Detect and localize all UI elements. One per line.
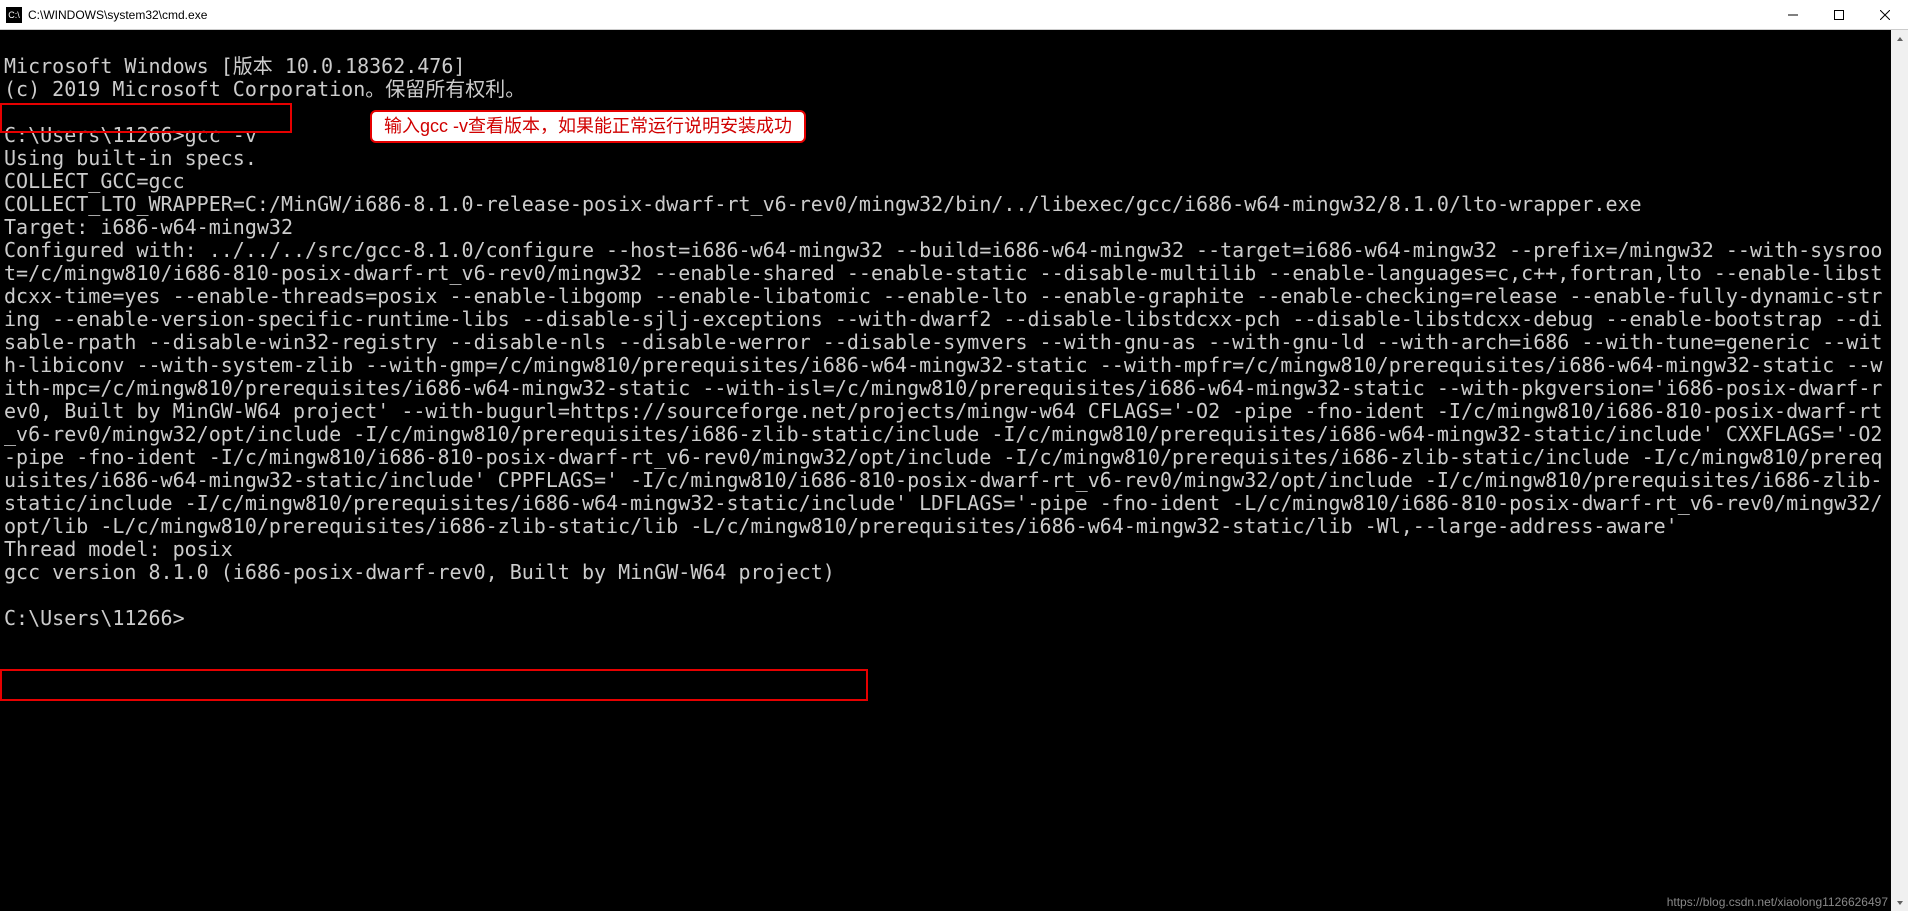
terminal-line: (c) 2019 Microsoft Corporation。保留所有权利。 [4, 77, 525, 101]
window-controls [1770, 0, 1908, 29]
minimize-button[interactable] [1770, 0, 1816, 29]
terminal-line: Target: i686-w64-mingw32 [4, 215, 293, 239]
close-button[interactable] [1862, 0, 1908, 29]
terminal-line: Using built-in specs. [4, 146, 257, 170]
vertical-scrollbar[interactable] [1891, 30, 1908, 911]
watermark-text: https://blog.csdn.net/xiaolong1126626497 [1667, 895, 1888, 909]
scrollbar-up-arrow[interactable] [1891, 30, 1908, 47]
window-title: C:\WINDOWS\system32\cmd.exe [28, 8, 207, 22]
terminal-output[interactable]: Microsoft Windows [版本 10.0.18362.476] (c… [0, 30, 1891, 911]
scrollbar-down-arrow[interactable] [1891, 894, 1908, 911]
cmd-icon: C:\ [6, 7, 22, 23]
terminal-line: Microsoft Windows [版本 10.0.18362.476] [4, 54, 465, 78]
maximize-button[interactable] [1816, 0, 1862, 29]
terminal-prompt: C:\Users\11266> [4, 606, 185, 630]
terminal-line: Thread model: posix [4, 537, 233, 561]
window-titlebar: C:\ C:\WINDOWS\system32\cmd.exe [0, 0, 1908, 30]
annotation-callout: 输入gcc -v查看版本，如果能正常运行说明安装成功 [370, 110, 806, 143]
terminal-version-line: gcc version 8.1.0 (i686-posix-dwarf-rev0… [4, 560, 835, 584]
terminal-prompt-command: C:\Users\11266>gcc -v [4, 123, 257, 147]
terminal-line: COLLECT_GCC=gcc [4, 169, 185, 193]
highlight-version-box [0, 669, 868, 701]
terminal-line: COLLECT_LTO_WRAPPER=C:/MinGW/i686-8.1.0-… [4, 192, 1642, 216]
titlebar-left: C:\ C:\WINDOWS\system32\cmd.exe [0, 7, 207, 23]
terminal-line: Configured with: ../../../src/gcc-8.1.0/… [4, 238, 1894, 538]
